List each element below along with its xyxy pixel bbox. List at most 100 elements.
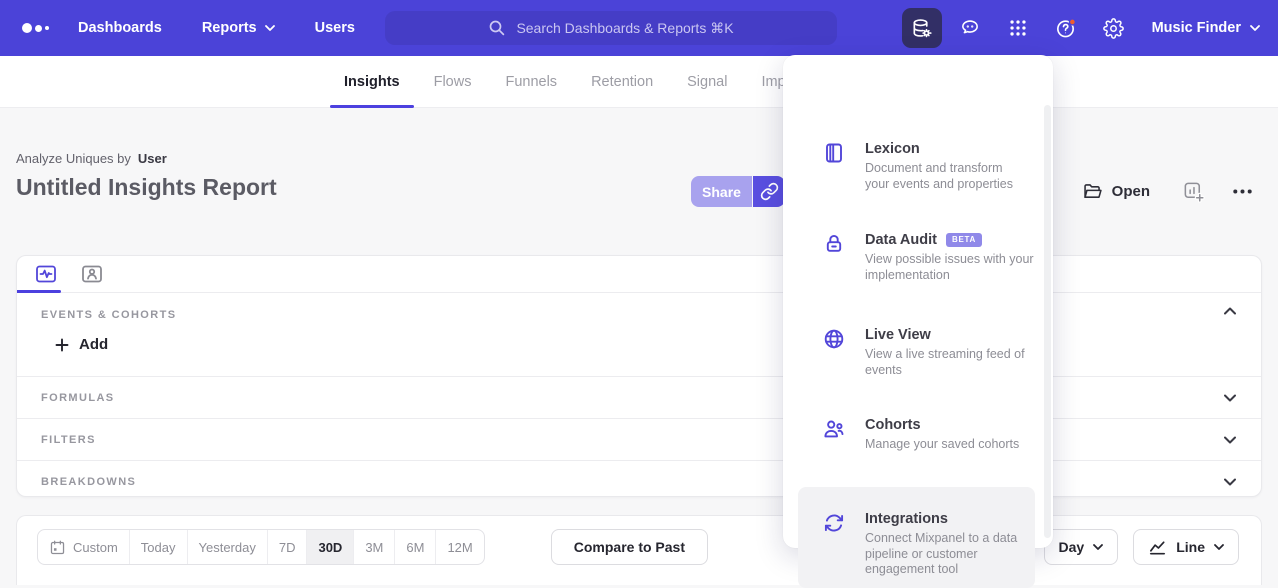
lock-icon — [822, 232, 846, 256]
chevron-down-icon — [265, 25, 275, 31]
help-question-icon — [1054, 17, 1077, 40]
beta-badge: BETA — [946, 233, 982, 247]
apps-grid-button[interactable] — [998, 8, 1038, 48]
menu-item-title: Lexicon — [865, 140, 920, 158]
tab-label: Funnels — [505, 74, 557, 90]
menu-item-live-view[interactable]: Live View View a live streaming feed of … — [798, 326, 1035, 378]
chevron-down-icon — [1093, 544, 1103, 550]
tab-funnels[interactable]: Funnels — [491, 56, 571, 107]
menu-item-description: View possible issues with your implement… — [865, 252, 1035, 283]
breakdowns-section-row[interactable]: BREAKDOWNS — [17, 460, 1261, 502]
pulse-chart-icon — [34, 262, 58, 286]
database-gear-icon — [910, 17, 933, 40]
share-group: Share — [691, 176, 785, 207]
data-management-button[interactable] — [902, 8, 942, 48]
copy-link-button[interactable] — [753, 176, 785, 207]
top-navigation-bar: Dashboards Reports Users Search Dashboar… — [0, 0, 1278, 56]
people-icon — [822, 417, 846, 441]
builder-tabs — [17, 256, 1261, 293]
board-add-icon — [1182, 180, 1205, 203]
profiles-view-tab[interactable] — [80, 262, 104, 286]
more-options-button[interactable] — [1231, 180, 1254, 203]
tab-flows[interactable]: Flows — [420, 56, 486, 107]
events-cohorts-label: EVENTS & COHORTS — [41, 309, 176, 321]
settings-button[interactable] — [1094, 8, 1134, 48]
analyze-value-dropdown[interactable]: User — [138, 151, 167, 166]
range-label: Today — [141, 540, 176, 555]
events-cohorts-section: EVENTS & COHORTS Add — [17, 293, 1261, 376]
tab-signal[interactable]: Signal — [673, 56, 741, 107]
notification-dot — [1069, 19, 1075, 25]
book-icon — [822, 141, 846, 165]
menu-item-description: Document and transform your events and p… — [865, 161, 1035, 192]
add-event-button[interactable]: Add — [49, 335, 114, 354]
chart-type-label: Line — [1176, 539, 1205, 555]
tab-label: Flows — [434, 74, 472, 90]
search-icon — [488, 19, 506, 37]
nav-dashboards-label: Dashboards — [78, 20, 162, 36]
range-today-button[interactable]: Today — [129, 530, 187, 564]
project-picker[interactable]: Music Finder — [1152, 20, 1260, 36]
report-title[interactable]: Untitled Insights Report — [16, 174, 277, 201]
project-name: Music Finder — [1152, 20, 1241, 36]
chevron-up-icon — [1224, 307, 1236, 315]
formulas-section-row[interactable]: FORMULAS — [17, 376, 1261, 418]
nav-reports-label: Reports — [202, 20, 257, 36]
range-7d-button[interactable]: 7D — [267, 530, 307, 564]
menu-item-cohorts[interactable]: Cohorts Manage your saved cohorts — [798, 416, 1035, 453]
share-button[interactable]: Share — [691, 176, 752, 207]
mixpanel-logo[interactable] — [22, 23, 49, 33]
menu-item-lexicon[interactable]: Lexicon Document and transform your even… — [798, 140, 1035, 192]
nav-users-label: Users — [315, 20, 355, 36]
menu-item-data-audit[interactable]: Data Audit BETA View possible issues wit… — [798, 231, 1035, 283]
menu-item-title: Live View — [865, 326, 931, 344]
person-card-icon — [80, 262, 104, 286]
tab-insights[interactable]: Insights — [330, 56, 414, 107]
range-yesterday-button[interactable]: Yesterday — [187, 530, 267, 564]
range-label: 6M — [406, 540, 424, 555]
chart-controls-card: Custom Today Yesterday 7D 30D 3M 6M 12M … — [16, 515, 1262, 585]
interval-selector-button[interactable]: Day — [1044, 529, 1119, 565]
tab-label: Insights — [344, 74, 400, 90]
chart-type-selector-button[interactable]: Line — [1133, 529, 1239, 565]
range-label: Yesterday — [199, 540, 256, 555]
search-input[interactable]: Search Dashboards & Reports ⌘K — [385, 11, 837, 45]
range-label: 3M — [365, 540, 383, 555]
tab-label: Retention — [591, 74, 653, 90]
nav-users[interactable]: Users — [315, 20, 355, 36]
menu-item-title: Cohorts — [865, 416, 921, 434]
nav-reports[interactable]: Reports — [202, 20, 275, 36]
range-3m-button[interactable]: 3M — [353, 530, 394, 564]
open-report-button[interactable]: Open — [1076, 180, 1156, 203]
filters-section-row[interactable]: FILTERS — [17, 418, 1261, 460]
chat-bubble-icon — [959, 17, 981, 39]
range-label: Custom — [73, 540, 118, 555]
plus-icon — [55, 338, 69, 352]
feedback-button[interactable] — [950, 8, 990, 48]
compare-to-past-button[interactable]: Compare to Past — [551, 529, 708, 565]
range-custom-button[interactable]: Custom — [38, 530, 129, 564]
chevron-down-icon — [1224, 394, 1236, 402]
add-to-board-button[interactable] — [1182, 180, 1205, 203]
menu-item-title: Integrations — [865, 510, 948, 528]
data-management-menu: Lexicon Document and transform your even… — [783, 55, 1053, 548]
report-header: Analyze Uniques by User Untitled Insights… — [0, 108, 1278, 228]
help-button[interactable] — [1046, 8, 1086, 48]
range-label: 30D — [318, 540, 342, 555]
breakdowns-label: BREAKDOWNS — [41, 476, 136, 488]
range-30d-button[interactable]: 30D — [306, 530, 353, 564]
collapse-section-button[interactable] — [1224, 307, 1236, 315]
tab-retention[interactable]: Retention — [577, 56, 667, 107]
analyze-label: Analyze Uniques by — [16, 151, 131, 166]
topbar-actions: Music Finder — [902, 0, 1260, 56]
range-12m-button[interactable]: 12M — [435, 530, 483, 564]
calendar-icon — [49, 539, 66, 556]
range-6m-button[interactable]: 6M — [394, 530, 435, 564]
analyze-line: Analyze Uniques by User — [16, 151, 167, 166]
events-view-tab[interactable] — [34, 262, 58, 286]
menu-scrollbar[interactable] — [1044, 105, 1051, 538]
menu-item-integrations[interactable]: Integrations Connect Mixpanel to a data … — [798, 487, 1035, 588]
line-chart-icon — [1148, 538, 1167, 557]
range-label: 7D — [279, 540, 296, 555]
nav-dashboards[interactable]: Dashboards — [78, 20, 162, 36]
